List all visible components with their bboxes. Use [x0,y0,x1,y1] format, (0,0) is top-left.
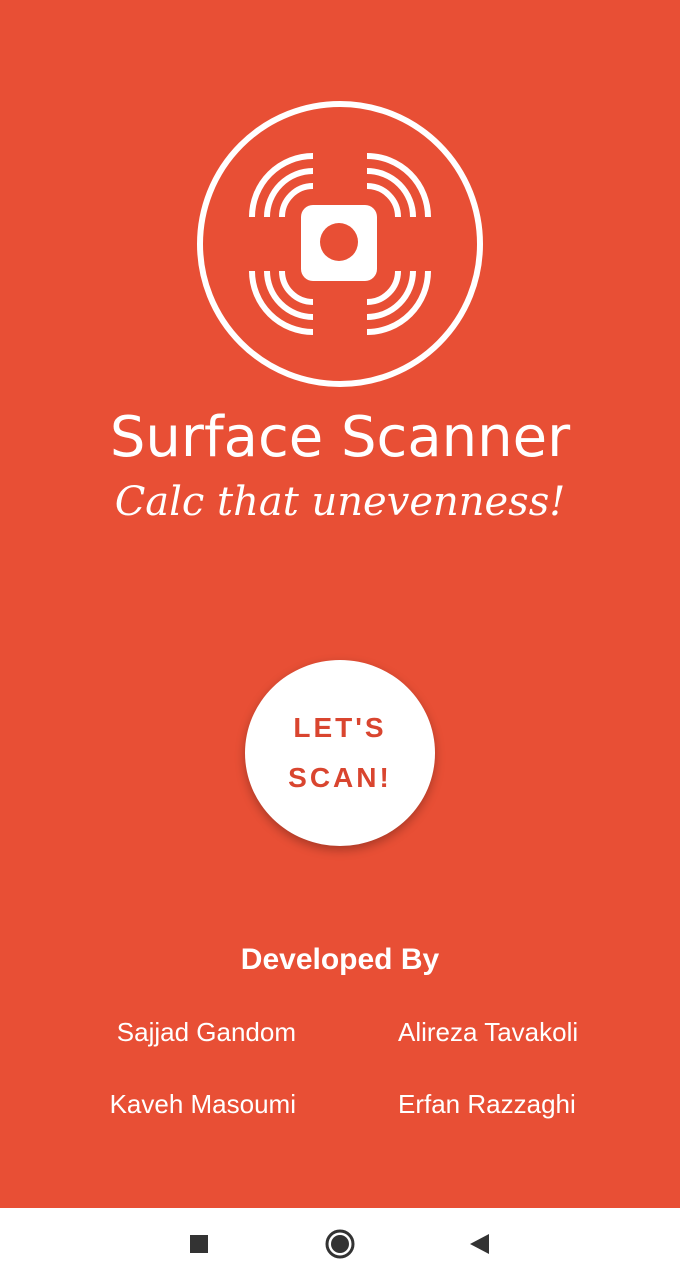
recents-button[interactable] [181,1226,217,1262]
developer-name: Alireza Tavakoli [398,1017,579,1047]
developed-by-heading: Developed By [240,943,440,976]
lets-scan-label: LET'S SCAN! [288,712,392,793]
circle-icon [325,1229,355,1259]
surface-scanner-logo-icon [197,101,483,387]
developer-name: Sajjad Gandom [116,1017,296,1047]
square-icon [190,1235,208,1253]
home-button[interactable] [322,1226,358,1262]
system-navigation-bar [0,1208,680,1280]
app-title: Surface Scanner [109,405,571,470]
developer-name: Kaveh Masoumi [109,1089,296,1119]
back-button[interactable] [462,1226,498,1262]
app-tagline: Calc that unevenness! [114,479,566,525]
splash-screen: Surface Scanner Calc that unevenness! LE… [0,0,680,1208]
developer-name: Erfan Razzaghi [398,1089,576,1119]
lets-scan-button[interactable]: LET'S SCAN! [245,660,435,846]
triangle-back-icon [470,1234,489,1254]
